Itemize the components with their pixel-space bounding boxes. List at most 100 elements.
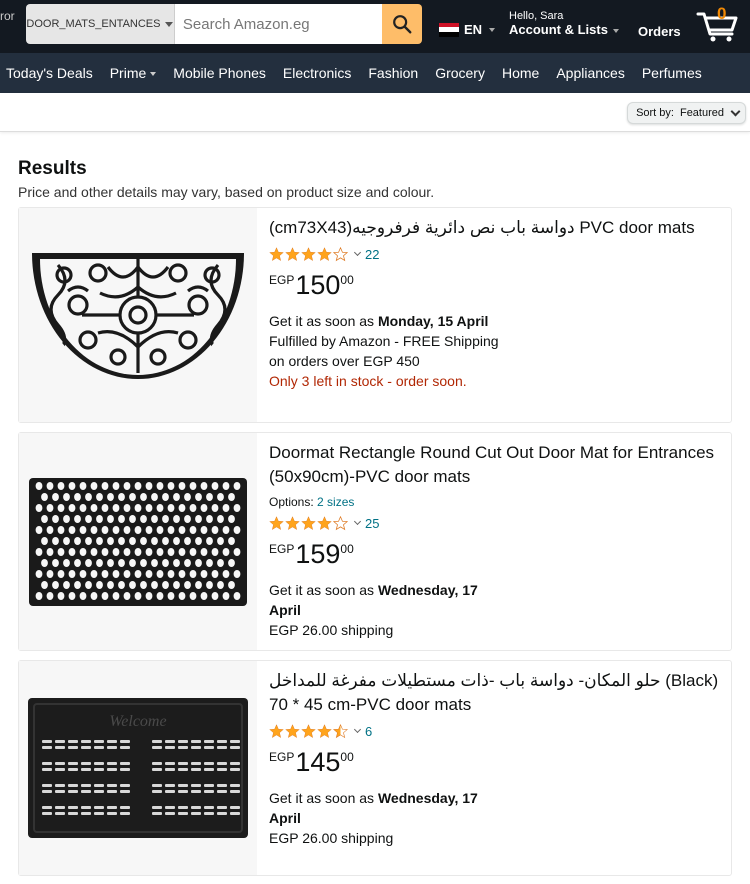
star-icon — [317, 515, 332, 530]
star-icon — [301, 515, 316, 530]
chevron-down-icon — [165, 21, 174, 27]
search-icon — [393, 15, 412, 34]
account-lists-text: Account & Lists — [509, 22, 608, 37]
rating-row[interactable]: 22 — [269, 244, 721, 264]
price-currency: EGP — [269, 542, 295, 556]
top-header: ror DOOR_MATS_ENTANCES EN Hello, Sara Ac… — [0, 0, 750, 53]
product-card: Doormat Rectangle Round Cut Out Door Mat… — [18, 432, 732, 651]
review-count[interactable]: 25 — [365, 516, 379, 531]
nav-item-prime-label: Prime — [109, 65, 147, 81]
chevron-down-icon — [353, 517, 362, 526]
greeting: Hello, Sara — [509, 10, 564, 22]
price-whole: 159 — [295, 539, 341, 569]
account-lists-label: Account & Lists — [509, 22, 619, 37]
delivery-prefix: Get it as soon as — [269, 313, 375, 329]
nav-item-grocery[interactable]: Grocery — [435, 65, 485, 81]
chevron-down-icon — [353, 248, 362, 257]
chevron-down-icon — [612, 28, 619, 33]
product-info: (cm73X43)دواسة باب نص دائرية فرفروجيه PV… — [257, 208, 731, 422]
review-count[interactable]: 22 — [365, 247, 379, 262]
price-currency: EGP — [269, 750, 295, 764]
header-left-fragment: ror — [0, 9, 15, 23]
options-link[interactable]: 2 sizes — [317, 495, 354, 509]
star-icon — [285, 246, 300, 261]
results-subtitle: Price and other details may vary, based … — [18, 184, 435, 200]
star-icon — [317, 723, 332, 738]
nav-item-home[interactable]: Home — [502, 65, 539, 81]
stock-warning: Only 3 left in stock - order soon. — [269, 373, 467, 389]
product-info: حلو المكان- دواسة باب -ذات مستطيلات مفرغ… — [257, 661, 731, 875]
star-icon — [269, 246, 284, 261]
results-heading: Results — [18, 158, 87, 179]
product-card: Welcome حلو المكان- دواسة باب -ذات مستطي… — [18, 660, 732, 876]
nav-item-electronics[interactable]: Electronics — [283, 65, 351, 81]
nav-item-appliances[interactable]: Appliances — [556, 65, 625, 81]
star-icon — [333, 246, 348, 261]
delivery-date: Wednesday, 17 — [377, 582, 478, 598]
rating-row[interactable]: 25 — [269, 513, 721, 533]
fulfilled-text-2: on orders over EGP 450 — [269, 353, 420, 369]
delivery-date-2: April — [269, 602, 301, 618]
product-card: (cm73X43)دواسة باب نص دائرية فرفروجيه PV… — [18, 207, 732, 423]
nav-item-fashion[interactable]: Fashion — [368, 65, 418, 81]
sort-label: Sort by: — [636, 107, 674, 119]
star-icon — [301, 723, 316, 738]
nav-item-prime[interactable]: Prime — [110, 65, 157, 81]
chevron-down-icon — [150, 72, 157, 77]
product-price: EGP 145 00 — [269, 747, 721, 777]
results-section: Results Price and other details may vary… — [0, 132, 750, 876]
delivery-prefix: Get it as soon as — [269, 582, 375, 598]
price-fraction: 00 — [340, 542, 354, 556]
star-icon — [285, 515, 300, 530]
price-whole: 150 — [295, 270, 341, 300]
search-bar: DOOR_MATS_ENTANCES — [26, 4, 422, 44]
cart-button[interactable]: 0 — [696, 4, 742, 42]
delivery-info: Get it as soon as Wednesday, 17 April EG… — [269, 580, 721, 640]
account-menu[interactable]: Hello, Sara Account & Lists — [509, 10, 619, 37]
price-whole: 145 — [295, 747, 341, 777]
product-image[interactable] — [19, 433, 257, 650]
star-icon — [333, 515, 348, 530]
star-half-icon — [333, 723, 348, 738]
chevron-down-icon — [353, 725, 362, 734]
product-title[interactable]: (cm73X43)دواسة باب نص دائرية فرفروجيه PV… — [269, 216, 721, 240]
star-icon — [301, 246, 316, 261]
review-count[interactable]: 6 — [365, 724, 372, 739]
search-button[interactable] — [381, 4, 422, 44]
search-input[interactable] — [174, 4, 382, 44]
product-options: Options: 2 sizes — [269, 495, 721, 509]
sort-dropdown[interactable]: Sort by: Featured — [627, 102, 746, 124]
options-label: Options: — [269, 495, 314, 509]
star-icon — [285, 723, 300, 738]
product-image[interactable]: Welcome — [19, 661, 257, 875]
delivery-date: Monday, 15 April — [377, 313, 489, 329]
sort-bar: Sort by: Featured — [0, 93, 750, 132]
product-title[interactable]: حلو المكان- دواسة باب -ذات مستطيلات مفرغ… — [269, 669, 721, 717]
product-image[interactable] — [19, 208, 257, 422]
delivery-prefix: Get it as soon as — [269, 790, 375, 806]
cart-count: 0 — [717, 4, 727, 23]
product-info: Doormat Rectangle Round Cut Out Door Mat… — [257, 433, 731, 650]
fulfilled-text: Fulfilled by Amazon - FREE Shipping — [269, 333, 499, 349]
orders-link[interactable]: Orders — [638, 24, 681, 39]
chevron-down-icon — [730, 106, 741, 116]
star-icon — [317, 246, 332, 261]
product-price: EGP 159 00 — [269, 539, 721, 569]
shipping-cost: EGP 26.00 shipping — [269, 622, 394, 638]
delivery-date-2: April — [269, 810, 301, 826]
nav-item-perfumes[interactable]: Perfumes — [642, 65, 702, 81]
price-fraction: 00 — [340, 750, 354, 764]
language-selector[interactable]: EN — [439, 22, 496, 37]
department-label: DOOR_MATS_ENTANCES — [26, 18, 161, 30]
nav-item-todays-deals[interactable]: Today's Deals — [6, 65, 93, 81]
nav-item-mobile-phones[interactable]: Mobile Phones — [173, 65, 266, 81]
language-label: EN — [464, 22, 483, 37]
rating-row[interactable]: 6 — [269, 721, 721, 741]
department-select[interactable]: DOOR_MATS_ENTANCES — [26, 4, 175, 44]
delivery-info: Get it as soon as Wednesday, 17 April EG… — [269, 788, 721, 848]
delivery-date: Wednesday, 17 — [377, 790, 478, 806]
nav-bar: Today's Deals Prime Mobile Phones Electr… — [0, 53, 750, 93]
mat-welcome-text: Welcome — [109, 713, 166, 730]
product-title[interactable]: Doormat Rectangle Round Cut Out Door Mat… — [269, 441, 721, 489]
star-icon — [269, 515, 284, 530]
